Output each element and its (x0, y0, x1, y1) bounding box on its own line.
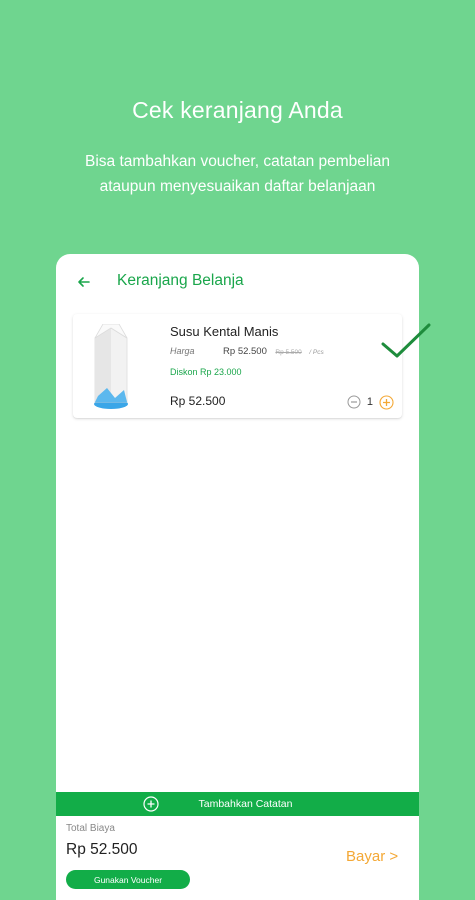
cart-item-card[interactable]: Susu Kental Manis Harga Rp 52.500 Rp 5.5… (73, 314, 402, 418)
milk-carton-image (94, 324, 128, 409)
use-voucher-button[interactable]: Gunakan Voucher (66, 870, 190, 889)
price-row: Harga Rp 52.500 Rp 5.500 / Pcs (170, 346, 324, 357)
quantity-value: 1 (366, 396, 373, 408)
hero-subtitle: Bisa tambahkan voucher, catatan pembelia… (30, 149, 445, 199)
plus-circle-icon[interactable] (379, 394, 394, 410)
product-name: Susu Kental Manis (170, 324, 279, 339)
hero-title: Cek keranjang Anda (132, 97, 343, 123)
minus-circle-icon[interactable] (347, 395, 361, 409)
app-bar: Keranjang Belanja (56, 254, 419, 310)
quantity-stepper: 1 (347, 394, 394, 410)
total-label: Total Biaya (66, 823, 115, 834)
price-unit: / Pcs (309, 349, 324, 356)
arrow-left-icon[interactable] (74, 272, 94, 292)
item-subtotal: Rp 52.500 (170, 394, 226, 408)
hero-subtitle-line-2: ataupun menyesuaikan daftar belanjaan (99, 178, 376, 195)
checkmark-icon (381, 323, 431, 358)
page-title: Keranjang Belanja (117, 272, 244, 289)
add-note-label: Tambahkan Catatan (198, 798, 293, 810)
hero-subtitle-line-1: Bisa tambahkan voucher, catatan pembelia… (84, 153, 391, 170)
add-note-button[interactable]: Tambahkan Catatan (56, 792, 419, 816)
pay-button[interactable]: Bayar > (346, 848, 398, 865)
total-value: Rp 52.500 (66, 841, 138, 858)
discount-label: Diskon Rp 23.000 (170, 367, 242, 377)
original-price: Rp 5.500 (275, 349, 302, 356)
plus-circle-icon (143, 796, 159, 812)
price-value: Rp 52.500 (223, 346, 267, 357)
price-label: Harga (170, 346, 195, 356)
